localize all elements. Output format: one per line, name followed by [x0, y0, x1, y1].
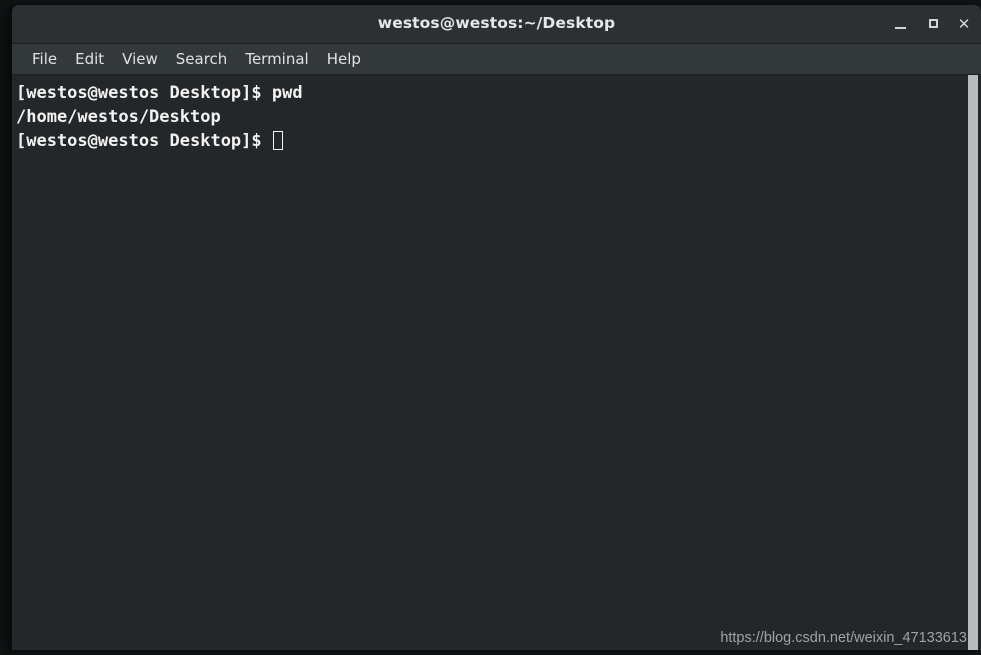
terminal-body[interactable]: [westos@westos Desktop]$ pwd /home/westo… — [12, 75, 981, 650]
terminal-window: westos@westos:~/Desktop ✕ File Edit View… — [12, 5, 981, 650]
terminal-line: [westos@westos Desktop]$ pwd — [16, 83, 303, 103]
text-cursor — [272, 131, 283, 150]
terminal-scrollbar[interactable] — [968, 75, 978, 650]
menu-item-search[interactable]: Search — [167, 45, 237, 73]
minimize-button[interactable] — [889, 14, 911, 34]
terminal-line: [westos@westos Desktop]$ — [16, 129, 968, 153]
desktop-background: westos@westos:~/Desktop ✕ File Edit View… — [0, 0, 981, 655]
menu-item-help[interactable]: Help — [318, 45, 370, 73]
terminal-line: /home/westos/Desktop — [16, 107, 221, 127]
menu-item-file[interactable]: File — [23, 45, 66, 73]
terminal-scrollbar-thumb[interactable] — [968, 75, 978, 650]
maximize-button[interactable] — [922, 14, 944, 34]
window-title: westos@westos:~/Desktop — [377, 14, 616, 32]
menu-item-edit[interactable]: Edit — [66, 45, 113, 73]
menu-item-view[interactable]: View — [113, 45, 167, 73]
terminal-screen[interactable]: [westos@westos Desktop]$ pwd /home/westo… — [12, 75, 968, 650]
minimize-icon — [894, 27, 906, 29]
close-button[interactable]: ✕ — [953, 14, 975, 34]
menu-bar: File Edit View Search Terminal Help — [12, 44, 981, 75]
terminal-prompt: [westos@westos Desktop]$ — [16, 131, 272, 151]
window-titlebar[interactable]: westos@westos:~/Desktop ✕ — [12, 5, 981, 44]
maximize-icon — [928, 19, 938, 28]
menu-item-terminal[interactable]: Terminal — [236, 45, 317, 73]
watermark-text: https://blog.csdn.net/weixin_47133613 — [720, 630, 967, 646]
